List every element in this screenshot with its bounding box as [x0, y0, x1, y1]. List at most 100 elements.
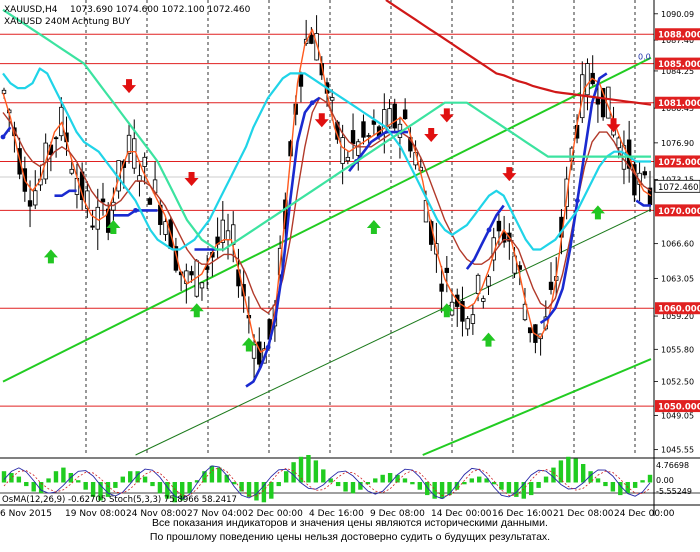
candle-body — [257, 341, 262, 365]
osma-bar — [447, 482, 452, 496]
candle-body — [1, 89, 7, 94]
ma-dot — [309, 100, 315, 106]
candle-body — [402, 109, 408, 120]
candle-body — [392, 103, 397, 129]
price-tick-label: 1045.55 — [661, 446, 694, 455]
candle-body — [595, 98, 601, 105]
ma-dot — [133, 207, 138, 213]
time-tick-label: 4 Dec 16:00 — [309, 509, 364, 516]
osma-bar — [373, 478, 378, 483]
candle-body — [163, 221, 168, 235]
candle-body — [496, 220, 502, 232]
candle-body — [33, 190, 38, 206]
level-label: 1081.000 — [658, 99, 700, 109]
oscillator-tick-label: -5.55249 — [656, 487, 692, 496]
candle-body — [53, 137, 59, 140]
price-chart: 4.766980.00-5.55249 1090.091087.401084.2… — [0, 0, 700, 516]
osma-bar — [335, 482, 341, 487]
candle-body — [340, 137, 345, 164]
osma-bar — [321, 469, 326, 483]
osma-bar — [491, 482, 497, 485]
indicator-line: XAUUSD 240M — [4, 17, 70, 27]
candle-body — [251, 343, 257, 359]
osma-bar — [53, 471, 59, 483]
candle-body — [27, 200, 33, 207]
time-tick-label: 2 Dec 00:00 — [248, 509, 303, 516]
osma-bar — [640, 480, 645, 483]
osma-bar — [157, 482, 163, 494]
osma-bar — [536, 482, 541, 488]
osma-bar — [506, 482, 512, 494]
candle-body — [382, 109, 387, 134]
oscillator-tick-label: 4.76698 — [656, 461, 689, 470]
candle-body — [189, 271, 194, 276]
candle-body — [309, 35, 314, 44]
candle-body — [548, 281, 554, 290]
candle-body — [90, 225, 95, 228]
osma-bar — [254, 482, 259, 501]
osma-bar — [142, 476, 148, 483]
candle-body — [642, 171, 647, 176]
price-tick-label: 1052.50 — [661, 378, 694, 387]
candle-body — [59, 106, 64, 137]
osma-bar — [31, 482, 36, 492]
candle-body — [142, 156, 147, 167]
osma-bar — [595, 478, 601, 483]
disclaimer-line-2: По прошлому поведению цены нельзя достов… — [149, 531, 551, 543]
osma-bar — [350, 482, 356, 494]
candle-body — [366, 135, 371, 138]
osma-bar — [1, 471, 7, 483]
level-label: 1085.000 — [658, 60, 700, 70]
osma-bar — [128, 471, 133, 483]
osma-bar — [291, 462, 296, 483]
price-tick-label: 1076.90 — [661, 139, 694, 148]
oscillator-label: OsMA(12,26,9) -0.62705 Stoch(5,3,3) 75.8… — [2, 495, 237, 505]
ma-dot — [574, 198, 580, 203]
price-tick-label: 1063.05 — [661, 274, 694, 283]
osma-bar — [120, 476, 126, 483]
ma-dot — [0, 134, 6, 140]
candle-body — [350, 130, 356, 145]
symbol-line: XAUUSD,H4 — [4, 5, 58, 15]
osma-bar — [209, 465, 215, 483]
osma-bar — [632, 482, 638, 488]
time-tick-label: 24 Nov 08:00 — [126, 509, 187, 516]
osma-bar — [469, 478, 474, 483]
osma-bar — [647, 474, 653, 483]
osma-bar — [566, 456, 571, 483]
osma-bar — [9, 473, 14, 483]
candle-body — [465, 318, 470, 330]
price-tick-label: 1055.80 — [661, 345, 694, 354]
candle-body — [126, 134, 132, 154]
osma-bar — [558, 460, 564, 483]
osma-bar — [76, 480, 81, 483]
time-tick-label: 27 Nov 04:00 — [187, 509, 248, 516]
price-tick-label: 1049.05 — [661, 411, 694, 420]
candle-body — [481, 298, 486, 302]
osma-bar — [477, 476, 482, 483]
level-label: 1050.000 — [658, 403, 700, 413]
candle-body — [330, 97, 335, 101]
disclaimer-line-1: Все показания индикаторов и значения цен… — [152, 517, 548, 529]
osma-bar — [283, 471, 289, 483]
candle-body — [356, 141, 361, 156]
osma-bar — [551, 467, 556, 483]
osma-bar — [439, 482, 445, 499]
candle-body — [585, 63, 590, 96]
osma-bar — [580, 464, 586, 483]
candle-body — [345, 156, 351, 162]
time-tick-label: 19 Nov 08:00 — [65, 509, 126, 516]
osma-bar — [16, 476, 22, 483]
candle-body — [444, 267, 450, 273]
ma-dot — [486, 227, 492, 233]
osma-bar — [603, 482, 608, 487]
osma-bar — [246, 482, 252, 497]
level-label: 1060.000 — [658, 305, 700, 315]
candle-body — [361, 121, 366, 138]
osma-bar — [113, 482, 118, 488]
osma-bar — [217, 467, 222, 483]
candle-body — [100, 198, 106, 203]
osma-bar — [610, 482, 616, 492]
candle-body — [111, 201, 116, 211]
time-tick-label: 9 Dec 08:00 — [370, 509, 425, 516]
